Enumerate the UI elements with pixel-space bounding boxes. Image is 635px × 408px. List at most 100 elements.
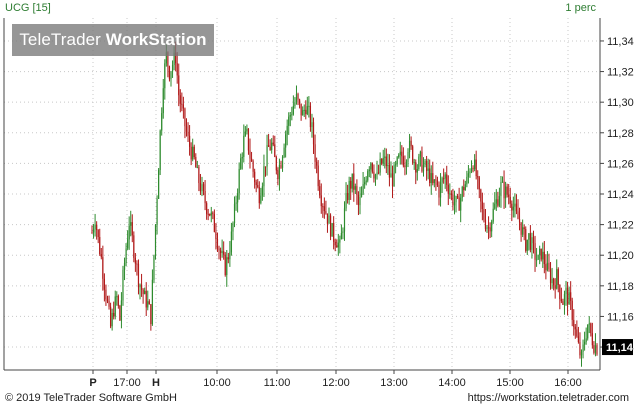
instrument-label[interactable]: UCG [15] bbox=[5, 2, 51, 14]
candle-body bbox=[446, 174, 448, 185]
x-tick-label: 16:00 bbox=[554, 377, 582, 389]
candle-body bbox=[269, 146, 271, 151]
candle-body bbox=[477, 176, 479, 178]
x-tick-label: 14:00 bbox=[438, 377, 466, 389]
candle-body bbox=[574, 326, 576, 330]
candle-body bbox=[546, 262, 549, 271]
chart-container: 11,14 11,16 11,18 11,20 11,22 11,24 11,26 11,28… bbox=[0, 0, 635, 408]
candle-body bbox=[501, 181, 504, 183]
candle-body bbox=[500, 182, 502, 197]
candle-body bbox=[466, 176, 468, 185]
candle-body bbox=[308, 105, 310, 107]
candle-body bbox=[396, 157, 398, 165]
candle-body bbox=[280, 165, 282, 168]
candle-body bbox=[456, 196, 459, 198]
candle-body bbox=[274, 144, 276, 157]
candle-body bbox=[531, 237, 533, 250]
candle-body bbox=[297, 93, 299, 100]
candle-body bbox=[199, 183, 202, 192]
teletrader-watermark: TeleTrader WorkStation bbox=[12, 24, 214, 56]
candle-body bbox=[91, 232, 93, 234]
candle-body bbox=[148, 301, 150, 305]
candle-body bbox=[492, 208, 494, 222]
candle-body bbox=[460, 197, 462, 211]
candle-body bbox=[161, 113, 163, 131]
candle-body bbox=[447, 184, 449, 194]
copyright-text: © 2019 TeleTrader Software GmbH bbox=[5, 392, 177, 404]
candle-body bbox=[540, 248, 542, 260]
candle-body bbox=[429, 168, 431, 184]
candle-body bbox=[247, 128, 250, 151]
candle-body bbox=[333, 223, 335, 242]
candle-body bbox=[229, 252, 231, 260]
candle-body bbox=[520, 222, 522, 235]
candle-body bbox=[142, 289, 144, 295]
candle-body bbox=[576, 329, 578, 337]
candle-body bbox=[401, 151, 403, 157]
candle-body bbox=[130, 222, 132, 226]
candle-body bbox=[351, 173, 353, 189]
candle-body bbox=[218, 248, 220, 251]
candle-body bbox=[393, 165, 395, 187]
candle-body bbox=[368, 169, 370, 172]
candle-body bbox=[288, 116, 290, 126]
y-tick-label: 11,24 bbox=[607, 189, 634, 201]
candle-body bbox=[475, 159, 477, 177]
candle-body bbox=[449, 193, 451, 195]
candle-body bbox=[518, 219, 521, 223]
candle-body bbox=[309, 105, 312, 128]
candle-body bbox=[153, 255, 155, 280]
candle-body bbox=[216, 239, 219, 249]
candle-body bbox=[486, 227, 488, 229]
candle-body bbox=[523, 227, 525, 230]
candle-body bbox=[145, 290, 147, 308]
y-tick-label: 11,34 bbox=[607, 36, 634, 48]
candle-body bbox=[549, 269, 552, 284]
candle-body bbox=[114, 296, 116, 317]
candle-body bbox=[187, 131, 189, 136]
candle-body bbox=[140, 284, 143, 290]
candle-body bbox=[469, 171, 471, 174]
candle-body bbox=[317, 165, 319, 187]
candle-body bbox=[300, 103, 302, 116]
y-tick-label: 11,22 bbox=[607, 220, 634, 232]
source-url[interactable]: https://workstation.teletrader.com bbox=[468, 392, 629, 404]
x-tick-label: P bbox=[89, 377, 96, 389]
candle-body bbox=[340, 233, 343, 240]
candle-body bbox=[511, 203, 513, 211]
interval-label[interactable]: 1 perc bbox=[560, 2, 596, 14]
candle-body bbox=[591, 333, 593, 346]
candle-body bbox=[554, 285, 556, 289]
candle-body bbox=[127, 239, 129, 249]
candle-body bbox=[582, 344, 584, 352]
candle-body bbox=[514, 203, 516, 207]
candle-body bbox=[116, 296, 118, 298]
candle-body bbox=[487, 227, 490, 229]
candle-body bbox=[497, 199, 499, 206]
candle-body bbox=[314, 144, 316, 162]
candle-body bbox=[467, 173, 470, 177]
watermark-brand-regular: TeleTrader bbox=[19, 30, 106, 49]
candle-body bbox=[535, 259, 538, 261]
y-tick-label: 11,28 bbox=[607, 128, 634, 140]
x-tick-label: 17:00 bbox=[113, 377, 141, 389]
candle-body bbox=[105, 289, 107, 300]
candle-body bbox=[131, 222, 133, 236]
candlestick-chart: 11,14 11,16 11,18 11,20 11,22 11,24 11,26 11,28… bbox=[3, 18, 634, 389]
candle-body bbox=[515, 203, 518, 212]
candle-body bbox=[461, 187, 463, 198]
candle-body bbox=[470, 167, 473, 172]
candle-body bbox=[365, 180, 367, 183]
candle-body bbox=[373, 171, 375, 179]
candle-body bbox=[391, 173, 394, 187]
candle-body bbox=[399, 151, 401, 155]
candle-body bbox=[570, 292, 572, 301]
candle-body bbox=[579, 342, 581, 356]
candle-body bbox=[441, 178, 443, 183]
candle-body bbox=[238, 168, 240, 194]
candle-body bbox=[272, 142, 274, 145]
candle-body bbox=[436, 180, 439, 186]
candle-body bbox=[267, 145, 270, 147]
candle-body bbox=[224, 254, 226, 276]
candle-body bbox=[398, 154, 400, 158]
